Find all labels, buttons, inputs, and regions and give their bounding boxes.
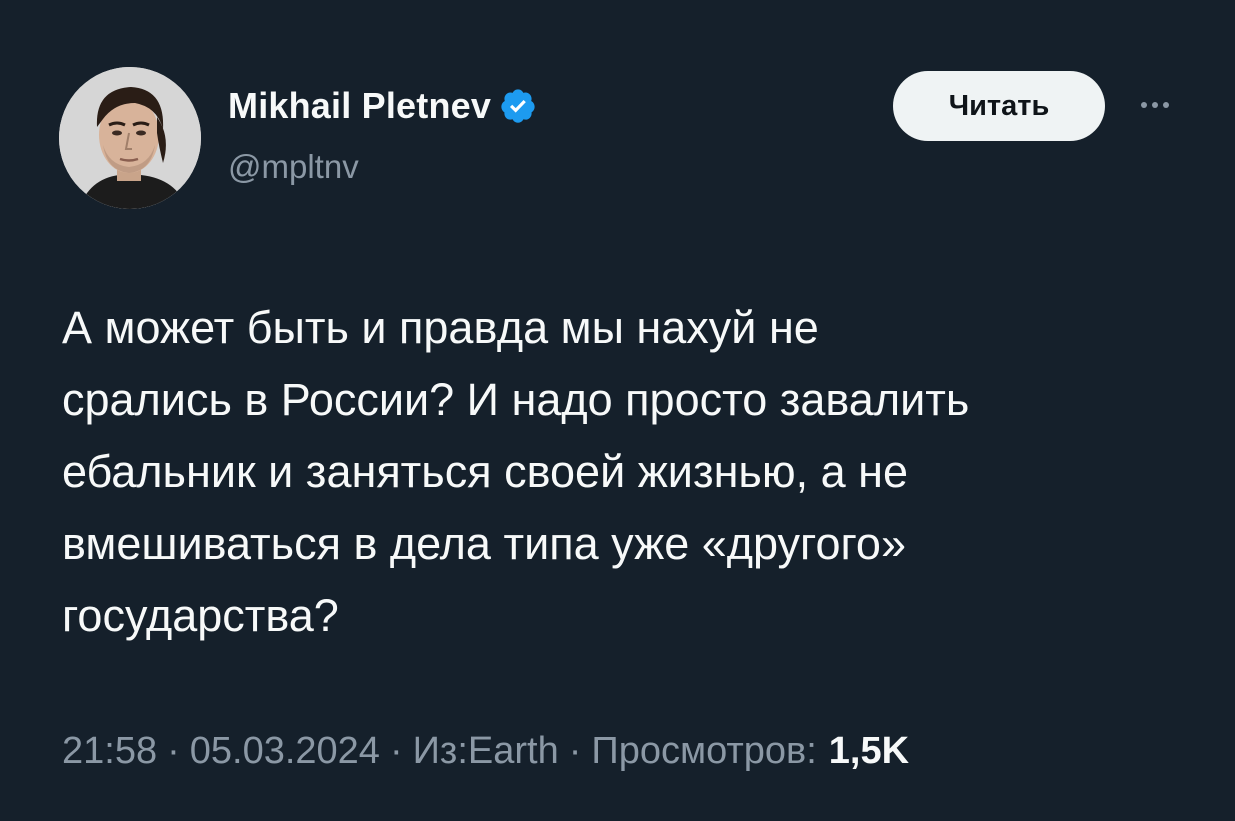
author-name-row: Mikhail Pletnev [228,84,537,128]
tweet-source: Из:Earth [412,730,559,772]
meta-separator: · [167,730,180,772]
author-handle[interactable]: @mpltnv [228,148,359,186]
follow-button[interactable]: Читать [893,71,1105,141]
ellipsis-dot [1163,102,1169,108]
meta-separator: · [568,730,582,772]
avatar[interactable] [59,67,201,209]
tweet-text: А может быть и правда мы нахуй не сралис… [62,302,970,641]
ellipsis-dot [1152,102,1158,108]
ellipsis-icon[interactable] [1128,90,1182,120]
tweet-time[interactable]: 21:58 [62,730,157,773]
ellipsis-dot [1141,102,1147,108]
tweet-meta: 21:58 · 05.03.2024 · Из:Earth · Просмотр… [62,730,909,773]
tweet-card: Mikhail Pletnev @mpltnv Читать А может б… [0,0,1235,821]
verified-badge-icon [499,87,537,125]
tweet-date[interactable]: 05.03.2024 [190,730,380,773]
profile-photo [59,67,201,209]
author-display-name[interactable]: Mikhail Pletnev [228,85,491,127]
views-count[interactable]: 1,5K [829,730,909,773]
meta-separator: · [389,730,403,772]
views-label: Просмотров: [591,730,817,772]
